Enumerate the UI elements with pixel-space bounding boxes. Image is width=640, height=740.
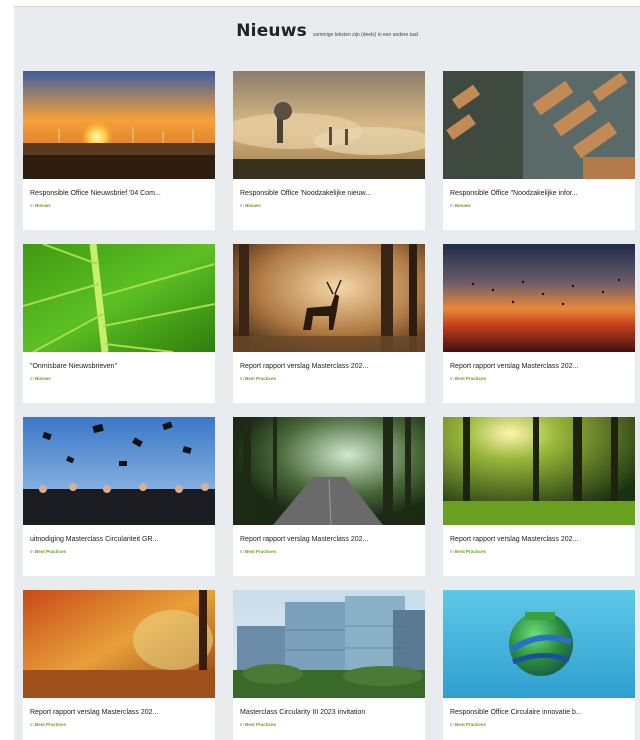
category-prefix: In [450,376,454,381]
card-category: In Best Practices [23,716,215,727]
category-prefix: In [240,722,244,727]
card-image[interactable] [233,417,425,525]
card-category: In Nieuws [233,197,425,208]
category-link[interactable]: Best Practices [245,549,276,554]
card-category: In Nieuws [23,370,215,381]
news-card[interactable]: Responsible Office 'Noodzakelijke nieuw.… [233,71,425,230]
card-image[interactable] [23,417,215,525]
category-prefix: In [30,722,34,727]
news-card[interactable]: Responsible Office Nieuwsbrief '04 Com..… [23,71,215,230]
card-image[interactable] [443,71,635,179]
news-card[interactable]: Report rapport verslag Masterclass 202..… [443,244,635,403]
card-image[interactable] [233,244,425,352]
card-image[interactable] [443,590,635,698]
category-link[interactable]: Best Practices [245,376,276,381]
card-image[interactable] [233,71,425,179]
news-card[interactable]: Report rapport verslag Masterclass 202..… [233,244,425,403]
card-image[interactable] [443,244,635,352]
news-card[interactable]: Report rapport verslag Masterclass 202..… [443,417,635,576]
category-link[interactable]: Best Practices [35,722,66,727]
card-title[interactable]: Report rapport verslag Masterclass 202..… [23,698,215,716]
page-header: Nieuws sommige teksten zijn (deels) in e… [14,21,640,51]
news-grid: Responsible Office Nieuwsbrief '04 Com..… [23,71,635,740]
category-prefix: In [240,549,244,554]
category-link[interactable]: Nieuws [35,376,51,381]
card-title[interactable]: Masterclass Circularity III 2023 invitat… [233,698,425,716]
card-title[interactable]: Responsible Office "Noodzakelijke infor.… [443,179,635,197]
category-prefix: In [240,376,244,381]
card-image[interactable] [23,244,215,352]
card-image[interactable] [23,590,215,698]
card-category: In Nieuws [443,197,635,208]
news-card[interactable]: uitnodiging Masterclass Circulariteit GR… [23,417,215,576]
category-link[interactable]: Best Practices [455,722,486,727]
category-link[interactable]: Best Practices [245,722,276,727]
card-image[interactable] [233,590,425,698]
news-card[interactable]: Report rapport verslag Masterclass 202..… [233,417,425,576]
card-category: In Best Practices [233,543,425,554]
category-prefix: In [450,722,454,727]
card-title[interactable]: Responsible Office Nieuwsbrief '04 Com..… [23,179,215,197]
category-link[interactable]: Best Practices [455,549,486,554]
card-category: In Best Practices [443,370,635,381]
card-category: In Best Practices [443,543,635,554]
card-title[interactable]: Report rapport verslag Masterclass 202..… [443,525,635,543]
news-card[interactable]: Masterclass Circularity III 2023 invitat… [233,590,425,740]
card-title[interactable]: Report rapport verslag Masterclass 202..… [443,352,635,370]
card-title[interactable]: Responsible Office 'Noodzakelijke nieuw.… [233,179,425,197]
category-link[interactable]: Nieuws [245,203,261,208]
category-link[interactable]: Nieuws [455,203,471,208]
category-prefix: In [450,203,454,208]
news-page: Nieuws sommige teksten zijn (deels) in e… [14,6,640,740]
card-category: In Best Practices [233,716,425,727]
card-title[interactable]: Report rapport verslag Masterclass 202..… [233,352,425,370]
category-prefix: In [450,549,454,554]
card-category: In Best Practices [233,370,425,381]
card-category: In Nieuws [23,197,215,208]
category-link[interactable]: Nieuws [35,203,51,208]
news-card[interactable]: Responsible Office "Noodzakelijke infor.… [443,71,635,230]
news-card[interactable]: Responsible Office Circulaire innovatie … [443,590,635,740]
category-prefix: In [30,203,34,208]
card-image[interactable] [23,71,215,179]
card-title[interactable]: Responsible Office Circulaire innovatie … [443,698,635,716]
page-subtitle: sommige teksten zijn (deels) in een ande… [312,32,418,38]
card-image[interactable] [443,417,635,525]
category-prefix: In [240,203,244,208]
category-link[interactable]: Best Practices [455,376,486,381]
news-card[interactable]: Report rapport verslag Masterclass 202..… [23,590,215,740]
card-title[interactable]: "Onmisbare Nieuwsbrieven" [23,352,215,370]
card-title[interactable]: uitnodiging Masterclass Circulariteit GR… [23,525,215,543]
card-title[interactable]: Report rapport verslag Masterclass 202..… [233,525,425,543]
card-category: In Best Practices [23,543,215,554]
category-prefix: In [30,376,34,381]
category-prefix: In [30,549,34,554]
news-card[interactable]: "Onmisbare Nieuwsbrieven" In Nieuws [23,244,215,403]
category-link[interactable]: Best Practices [35,549,66,554]
page-title: Nieuws [236,21,307,41]
card-category: In Best Practices [443,716,635,727]
